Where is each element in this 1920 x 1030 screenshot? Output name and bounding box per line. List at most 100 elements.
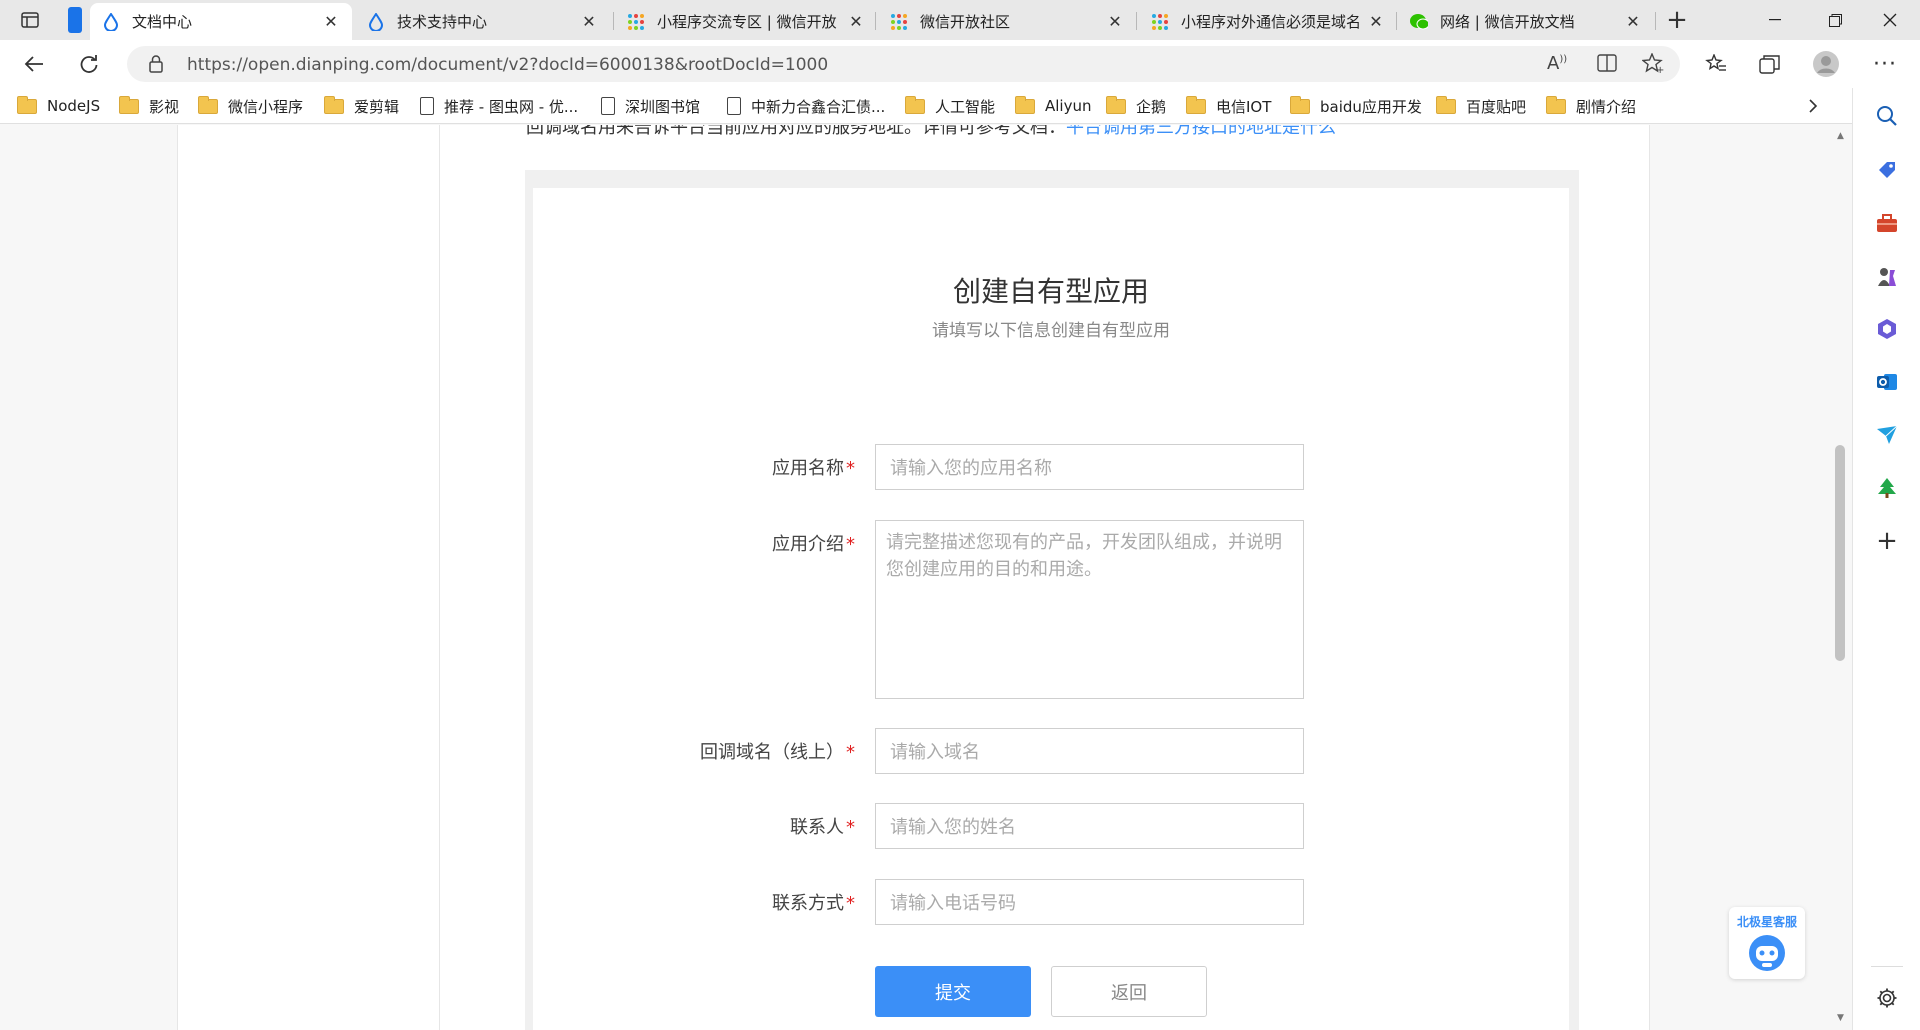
tab-domain-question[interactable]: 小程序对外通信必须是域名 ✕ [1139,3,1397,40]
bookmark-item[interactable]: NodeJS [17,94,100,118]
bookmark-item[interactable]: 企鹅 [1106,94,1166,118]
tab-title: 文档中心 [132,13,193,31]
doc-link[interactable]: 平台调用第三方接口的地址是什么 [1066,125,1336,138]
tab-miniprogram-forum[interactable]: 小程序交流专区 | 微信开放 ✕ [615,3,877,40]
app-name-input[interactable]: 请输入您的应用名称 [875,444,1304,490]
form-subtitle: 请填写以下信息创建自有型应用 [932,321,1170,341]
folder-icon [1106,95,1126,114]
contact-phone-input[interactable]: 请输入电话号码 [875,879,1304,925]
helper-label: 北极星客服 [1736,915,1797,929]
back-button[interactable]: 返回 [1051,966,1207,1017]
split-screen-icon[interactable] [1597,54,1617,76]
scroll-up-icon[interactable]: ▲ [1837,131,1844,141]
profile-avatar-icon[interactable] [1810,48,1842,80]
workspaces-icon[interactable] [60,6,90,34]
scroll-down-icon[interactable]: ▼ [1837,1013,1844,1023]
tree-icon[interactable] [1873,474,1901,502]
new-tab-icon[interactable]: + [1662,5,1692,35]
back-arrow-icon[interactable] [18,48,50,80]
sidebar-divider [1871,966,1903,967]
close-tab-icon[interactable]: ✕ [580,12,598,31]
read-aloud-icon[interactable]: A)) [1547,53,1567,74]
bookmark-item[interactable]: 推荐 - 图虫网 - 优... [420,94,578,118]
tab-tech-support[interactable]: 技术支持中心 ✕ [355,3,610,40]
add-favorite-icon[interactable]: + [1641,52,1664,77]
intro-text: 回调域名用来告诉平台当前应用对应的服务地址。详情可参考文档： [526,125,1066,138]
add-icon[interactable]: + [1873,526,1901,556]
toolbox-icon[interactable] [1873,209,1901,237]
wechat-icon [1410,13,1428,31]
bookmark-item[interactable]: 百度贴吧 [1436,94,1526,118]
close-tab-icon[interactable]: ✕ [1106,12,1124,31]
minimize-icon[interactable] [1745,0,1805,40]
bookmark-label: baidu应用开发 [1320,97,1422,116]
close-tab-icon[interactable]: ✕ [1624,12,1642,31]
favorites-icon[interactable] [1700,48,1732,80]
callback-domain-input[interactable]: 请输入域名 [875,728,1304,774]
customer-service-widget[interactable]: 北极星客服 [1729,907,1805,979]
scrollbar-thumb[interactable] [1835,445,1845,661]
page-icon [420,97,434,115]
close-tab-icon[interactable]: ✕ [1367,12,1385,31]
contact-name-input[interactable]: 请输入您的姓名 [875,803,1304,849]
bookmark-label: 中新力合鑫合汇债... [751,97,886,116]
refresh-icon[interactable] [73,48,105,80]
close-tab-icon[interactable]: ✕ [847,12,865,31]
search-icon[interactable] [1873,102,1901,130]
games-icon[interactable] [1873,263,1901,291]
bookmark-label: Aliyun [1045,97,1092,115]
bookmark-item[interactable]: 人工智能 [905,94,995,118]
form-title: 创建自有型应用 [952,275,1149,308]
required-mark: * [846,817,855,838]
submit-button[interactable]: 提交 [875,966,1031,1017]
send-icon[interactable] [1873,421,1901,449]
tab-actions-icon[interactable] [15,6,45,34]
tab-divider [1396,12,1397,30]
restore-icon[interactable] [1805,0,1865,40]
tab-wechat-community[interactable]: 微信开放社区 ✕ [878,3,1136,40]
bookmark-item[interactable]: 深圳图书馆 [601,94,700,118]
tab-wechat-network-doc[interactable]: 网络 | 微信开放文档 ✕ [1398,3,1654,40]
address-bar[interactable]: https://open.dianping.com/document/v2?do… [127,46,1680,82]
bookmark-item[interactable]: 剧情介绍 [1546,94,1636,118]
close-tab-icon[interactable]: ✕ [322,12,340,31]
edge-sidebar: + [1852,88,1920,1030]
folder-icon [905,95,925,114]
bookmark-item[interactable]: Aliyun [1015,94,1092,118]
folder-icon [1546,95,1566,114]
contact-name-label: 联系人 * [790,817,855,838]
microsoft365-icon[interactable] [1873,315,1901,343]
tab-title: 技术支持中心 [397,13,488,31]
robot-icon [1747,933,1787,977]
outlook-icon[interactable] [1873,368,1901,396]
tab-title: 网络 | 微信开放文档 [1440,13,1575,31]
bookmark-item[interactable]: 中新力合鑫合汇债... [727,94,885,118]
lock-icon[interactable] [149,55,163,77]
bookmark-item[interactable]: 微信小程序 [198,94,303,118]
required-mark: * [846,458,855,479]
tab-divider [613,12,614,30]
bookmark-label: 推荐 - 图虫网 - 优... [444,97,579,116]
bookmark-item[interactable]: baidu应用开发 [1290,94,1422,118]
more-menu-icon[interactable]: ··· [1869,48,1901,80]
app-intro-textarea[interactable]: 请完整描述您现有的产品，开发团队组成，并说明您创建应用的目的和用途。 [875,520,1304,699]
tab-title: 小程序对外通信必须是域名 [1181,13,1362,31]
tab-docs-center[interactable]: 文档中心 ✕ [90,3,352,40]
grid-logo-icon [627,13,645,31]
bookmark-label: 深圳图书馆 [625,97,701,116]
chevron-right-icon[interactable] [1808,94,1818,118]
bookmark-item[interactable]: 电信IOT [1186,94,1271,118]
bookmark-item[interactable]: 爱剪辑 [324,94,399,118]
tab-divider [875,12,876,30]
folder-icon [119,95,139,114]
tag-icon[interactable] [1873,156,1901,184]
bookmark-item[interactable]: 影视 [119,94,179,118]
folder-icon [198,95,218,114]
callback-domain-label: 回调域名（线上） * [700,742,855,763]
required-mark: * [846,893,855,914]
settings-gear-icon[interactable] [1873,984,1901,1012]
required-mark: * [846,534,855,555]
app-intro-label: 应用介绍 * [772,534,855,555]
close-window-icon[interactable] [1860,0,1920,40]
collections-icon[interactable] [1754,48,1786,80]
